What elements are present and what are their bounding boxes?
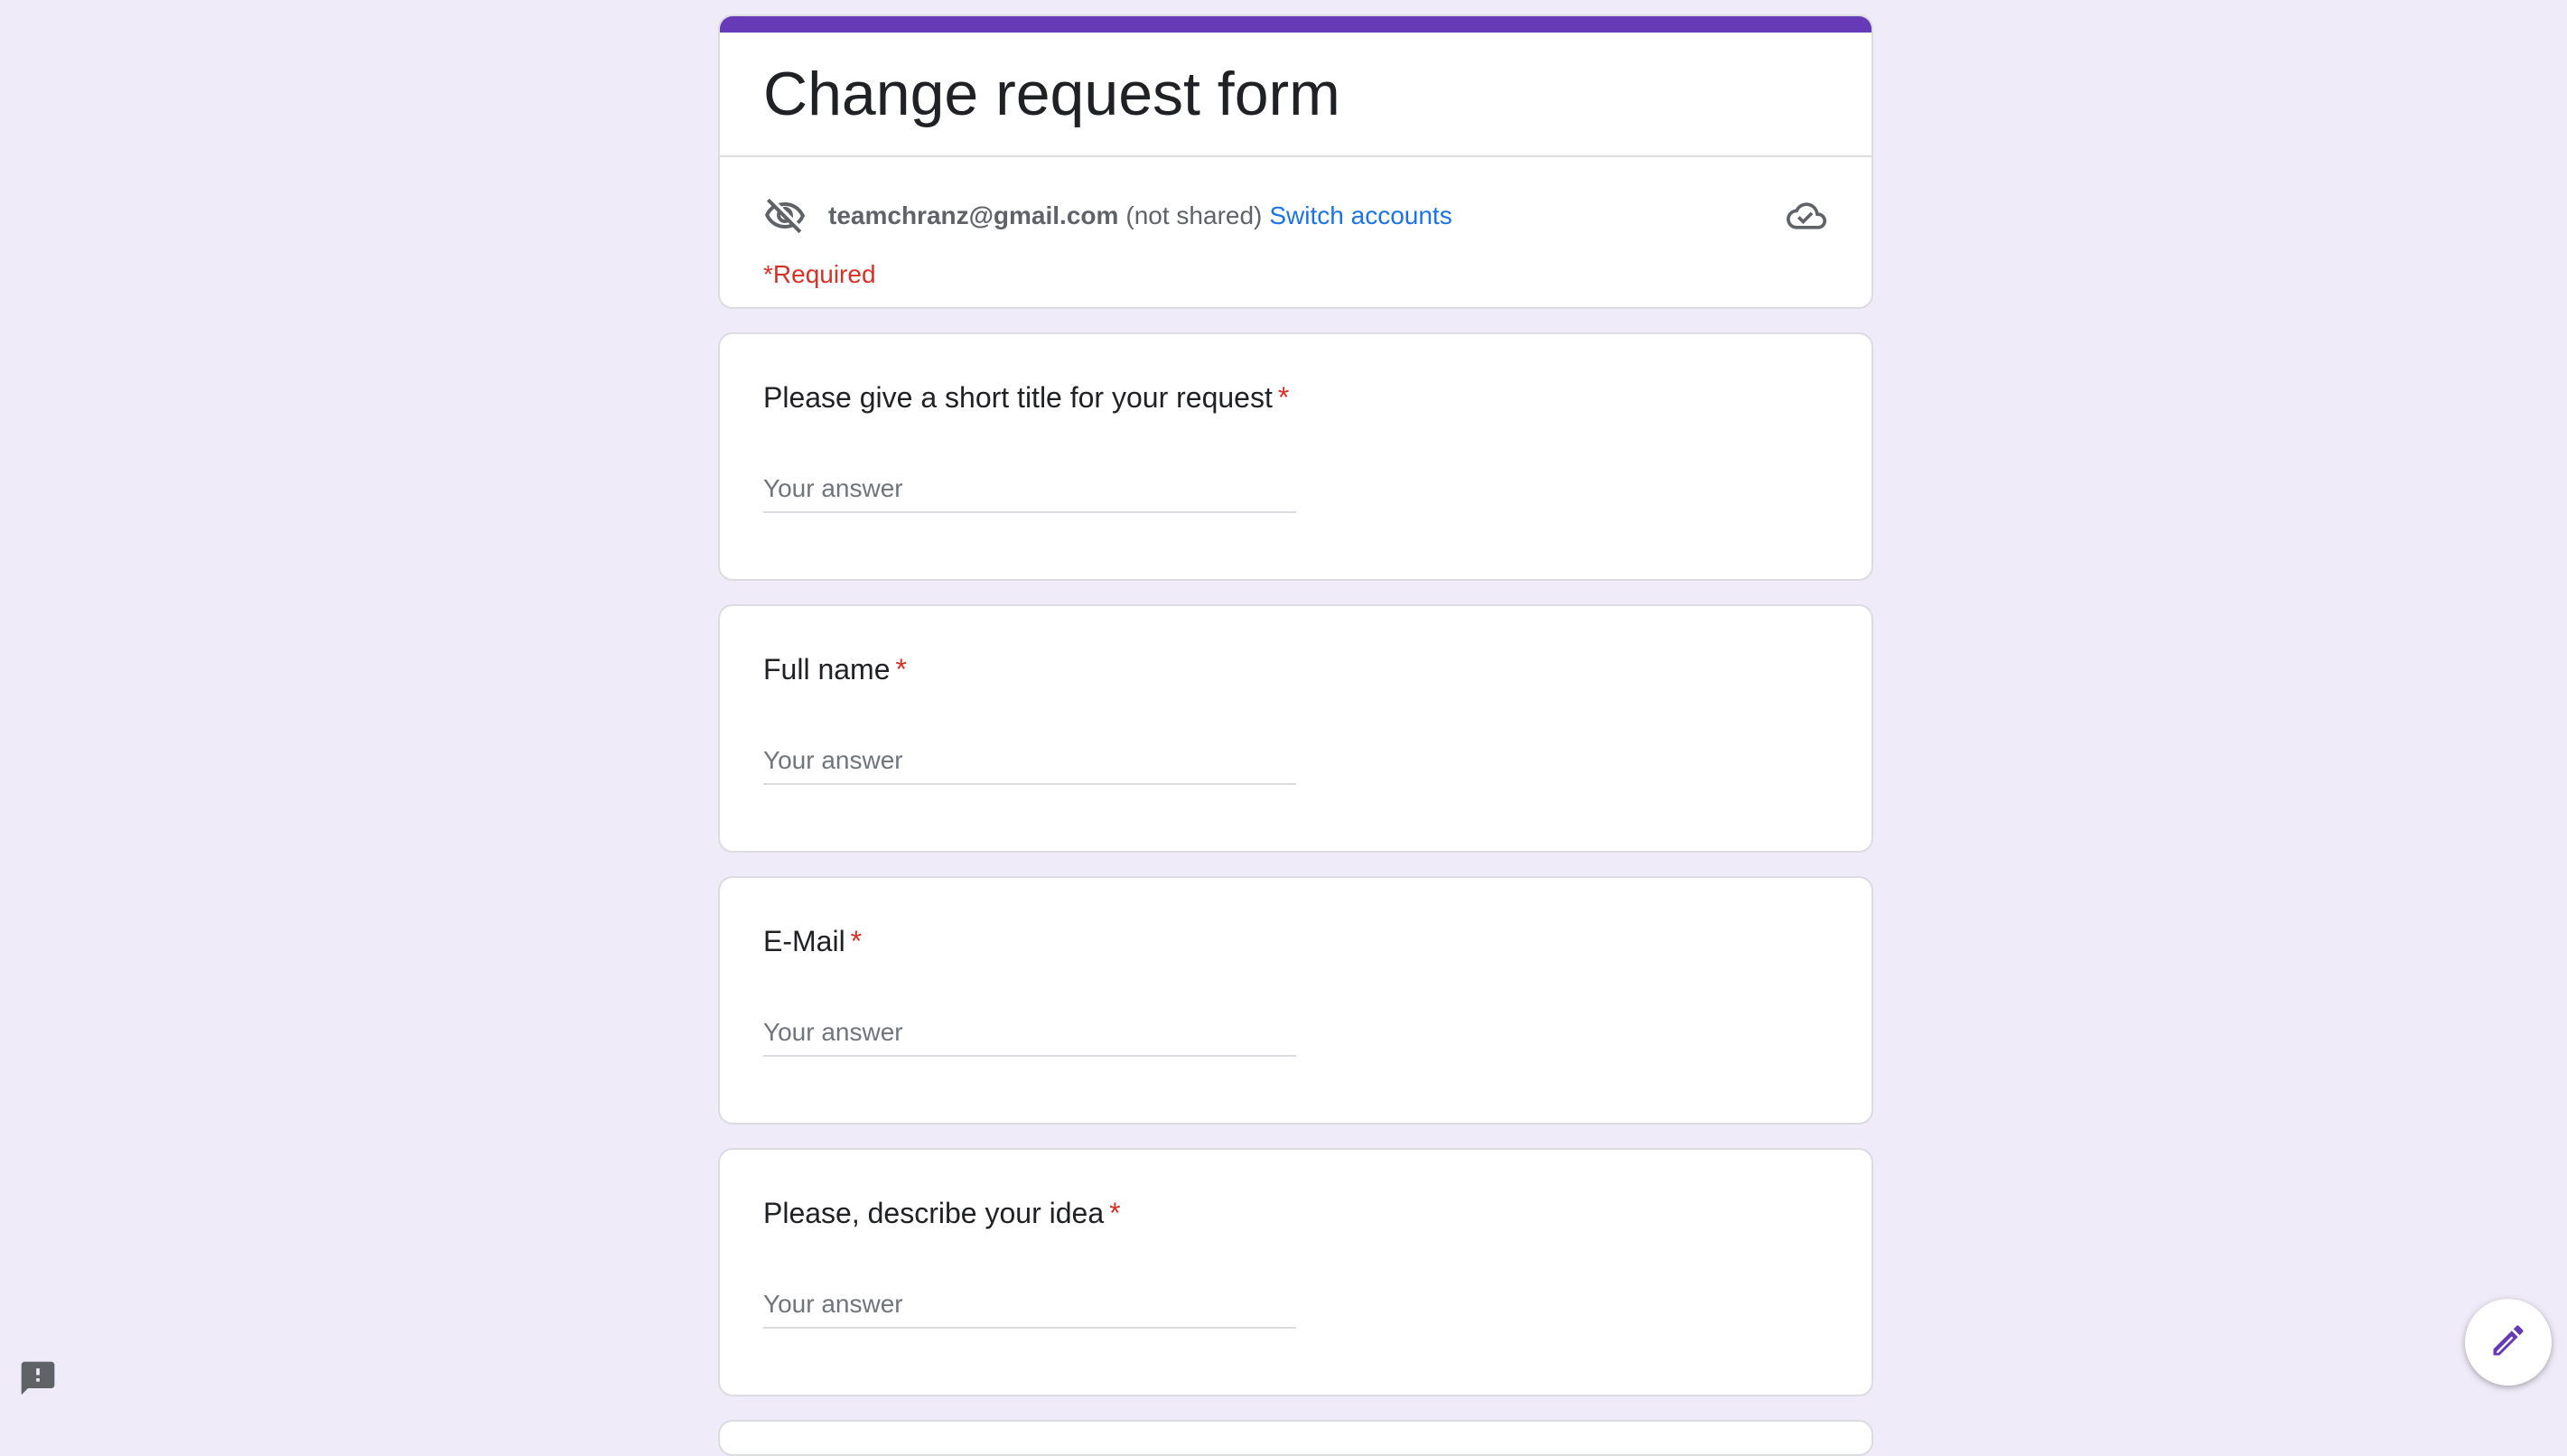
account-email: teamchranz@gmail.com (828, 201, 1119, 229)
eye-off-icon (763, 194, 807, 238)
full-name-input[interactable] (763, 738, 1296, 785)
idea-description-input[interactable] (763, 1282, 1296, 1329)
question-title: Please, describe your idea * (763, 1197, 1121, 1230)
question-label: E-Mail (763, 925, 845, 957)
question-title: Full name * (763, 653, 907, 686)
switch-accounts-link[interactable]: Switch accounts (1269, 201, 1452, 230)
required-asterisk: * (1277, 381, 1290, 414)
question-label: Please give a short title for your reque… (763, 381, 1273, 414)
question-label: Please, describe your idea (763, 1197, 1105, 1229)
question-card: Please, describe your idea * (718, 1148, 1873, 1396)
required-asterisk: * (895, 653, 907, 686)
question-card: Full name * (718, 604, 1873, 853)
required-asterisk: * (1109, 1197, 1121, 1229)
sharing-status: (not shared) (1125, 201, 1263, 229)
email-input[interactable] (763, 1010, 1296, 1057)
edit-fab-button[interactable] (2465, 1299, 2552, 1386)
question-label: Full name (763, 653, 891, 686)
required-asterisk: * (850, 925, 863, 957)
report-feedback-icon[interactable] (18, 1358, 58, 1398)
pencil-icon (2488, 1321, 2528, 1365)
account-row: teamchranz@gmail.com (not shared) Switch… (763, 191, 1828, 241)
header-divider (720, 155, 1872, 157)
short-title-input[interactable] (763, 466, 1296, 513)
header-accent-bar (720, 16, 1872, 33)
form-container: Change request form teamchranz@gmail.com… (718, 14, 1873, 1456)
question-card-partial (718, 1420, 1873, 1456)
required-note: *Required (763, 260, 876, 288)
form-header-card: Change request form teamchranz@gmail.com… (718, 14, 1873, 309)
cloud-done-icon[interactable] (1785, 194, 1828, 238)
question-title: Please give a short title for your reque… (763, 381, 1289, 415)
question-card: E-Mail * (718, 876, 1873, 1125)
form-title: Change request form (763, 60, 1340, 128)
question-title: E-Mail * (763, 925, 862, 958)
question-card: Please give a short title for your reque… (718, 332, 1873, 581)
